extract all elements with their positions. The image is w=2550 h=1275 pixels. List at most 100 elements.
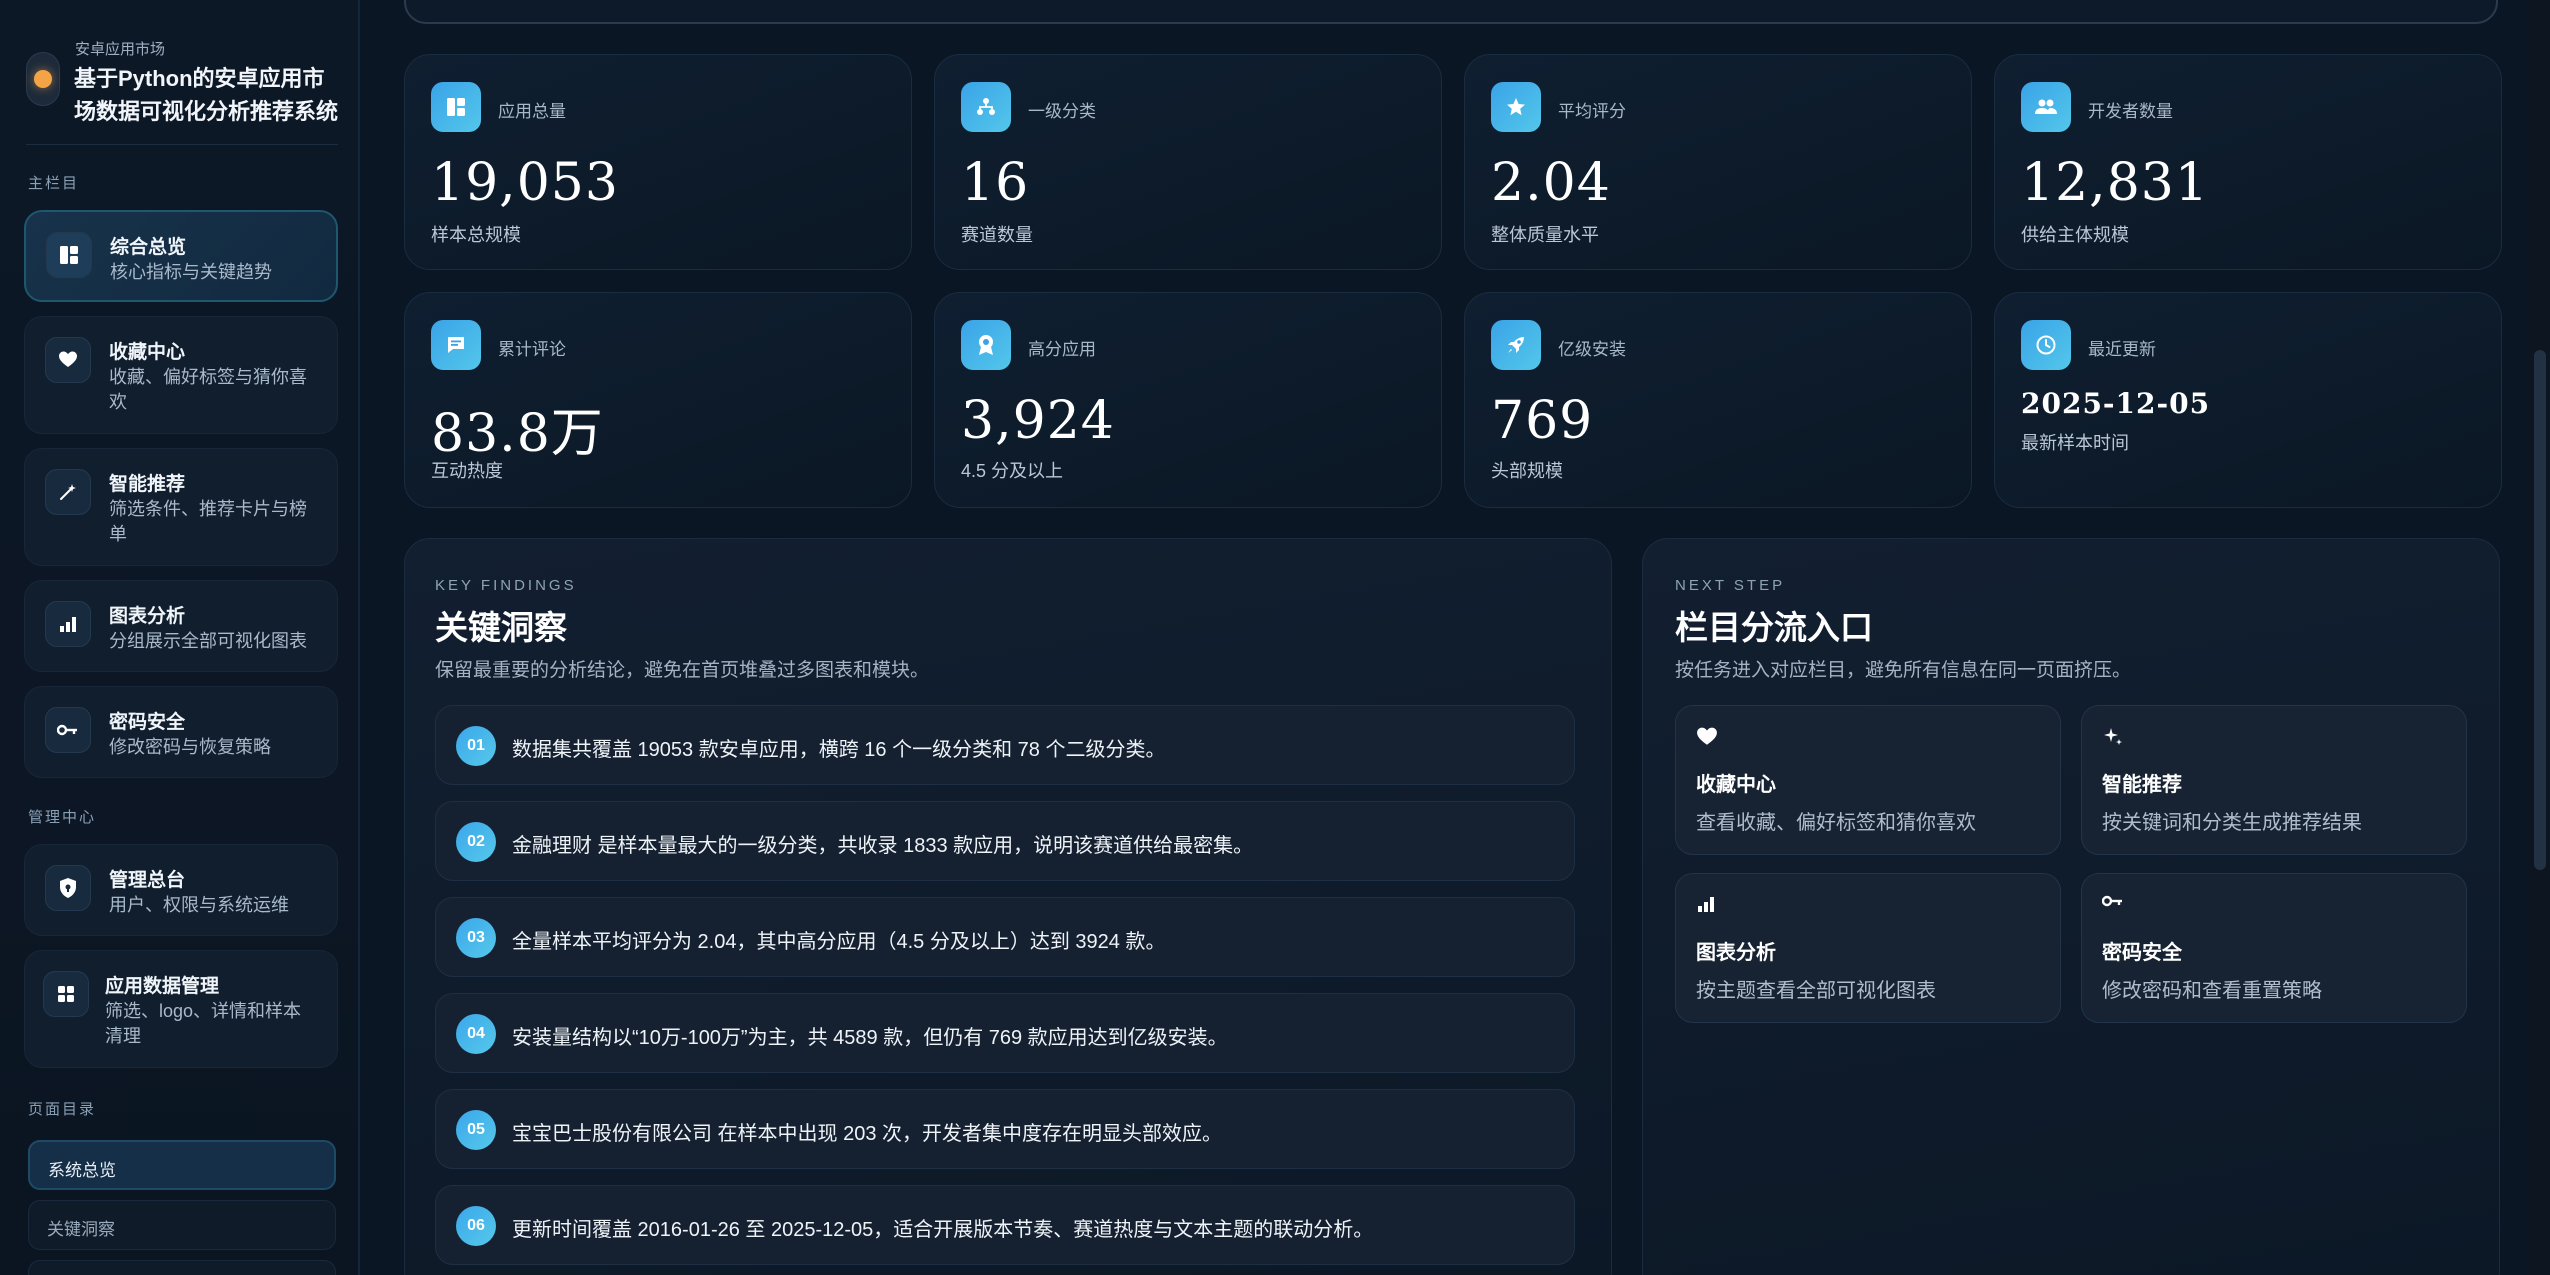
stat-caption: 最新样本时间 bbox=[2021, 433, 2129, 453]
finding-text: 安装量结构以“10万-100万”为主，共 4589 款，但仍有 769 款应用达… bbox=[512, 1027, 1228, 1049]
grid-icon bbox=[43, 971, 89, 1017]
finding-number: 02 bbox=[456, 822, 496, 862]
bar-chart-icon bbox=[45, 601, 91, 647]
route-card-recommend[interactable]: 智能推荐 按关键词和分类生成推荐结果 bbox=[2081, 705, 2467, 855]
route-card-password[interactable]: 密码安全 修改密码和查看重置策略 bbox=[2081, 873, 2467, 1023]
stat-label: 平均评分 bbox=[1558, 102, 1626, 121]
section-label-admin: 管理中心 bbox=[28, 809, 97, 826]
route-desc: 按关键词和分类生成推荐结果 bbox=[2102, 812, 2362, 834]
heart-icon bbox=[1696, 726, 1722, 752]
users-icon bbox=[2021, 82, 2071, 132]
route-title: 收藏中心 bbox=[1696, 774, 1776, 796]
route-card-charts[interactable]: 图表分析 按主题查看全部可视化图表 bbox=[1675, 873, 2061, 1023]
sidebar-item-desc: 收藏、偏好标签与猜你喜欢 bbox=[109, 367, 307, 412]
finding-text: 数据集共覆盖 19053 款安卓应用，横跨 16 个一级分类和 78 个二级分类… bbox=[512, 739, 1166, 761]
bar-chart-icon bbox=[1696, 894, 1722, 920]
sidebar-item-title: 综合总览 bbox=[110, 237, 187, 258]
stat-caption: 赛道数量 bbox=[961, 225, 1033, 245]
stat-label: 累计评论 bbox=[498, 340, 566, 359]
key-icon bbox=[45, 707, 91, 753]
sidebar-item-desc: 筛选条件、推荐卡片与榜单 bbox=[109, 499, 307, 544]
badge-icon bbox=[961, 320, 1011, 370]
finding-item: 02 金融理财 是样本量最大的一级分类，共收录 1833 款应用，说明该赛道供给… bbox=[435, 801, 1575, 881]
route-card-favorites[interactable]: 收藏中心 查看收藏、偏好标签和猜你喜欢 bbox=[1675, 705, 2061, 855]
magic-wand-icon bbox=[45, 469, 91, 515]
sidebar-item-title: 密码安全 bbox=[109, 712, 186, 733]
sidebar-item-admin[interactable]: 管理总台 用户、权限与系统运维 bbox=[24, 844, 338, 936]
sidebar-item-charts[interactable]: 图表分析 分组展示全部可视化图表 bbox=[24, 580, 338, 672]
sidebar-item-desc: 核心指标与关键趋势 bbox=[110, 262, 272, 282]
route-title: 智能推荐 bbox=[2102, 774, 2182, 796]
brand-subtitle: 安卓应用市场 bbox=[75, 41, 166, 58]
finding-text: 全量样本平均评分为 2.04，其中高分应用（4.5 分及以上）达到 3924 款… bbox=[512, 931, 1166, 953]
top-hero-panel bbox=[404, 0, 2498, 24]
section-label-toc: 页面目录 bbox=[28, 1101, 97, 1118]
stat-value: 83.8万 bbox=[431, 404, 604, 464]
stat-card-developers: 开发者数量 12,831 供给主体规模 bbox=[1994, 54, 2502, 270]
stat-value: 16 bbox=[961, 153, 1030, 213]
stat-card-updated: 最近更新 2025-12-05 最新样本时间 bbox=[1994, 292, 2502, 508]
sidebar-item-title: 图表分析 bbox=[109, 606, 186, 627]
brand-logo bbox=[26, 52, 60, 106]
next-step-desc: 按任务进入对应栏目，避免所有信息在同一页面挤压。 bbox=[1675, 660, 2132, 681]
next-step-eyebrow: NEXT STEP bbox=[1675, 577, 1786, 594]
sidebar-item-desc: 分组展示全部可视化图表 bbox=[109, 631, 307, 651]
sidebar-item-desc: 用户、权限与系统运维 bbox=[109, 895, 289, 915]
page-scrollbar[interactable] bbox=[2528, 0, 2550, 1275]
route-title: 密码安全 bbox=[2102, 942, 2182, 964]
finding-item: 06 更新时间覆盖 2016-01-26 至 2025-12-05，适合开展版本… bbox=[435, 1185, 1575, 1265]
brand-dot-icon bbox=[34, 70, 52, 88]
dashboard-icon bbox=[431, 82, 481, 132]
sidebar-item-favorites[interactable]: 收藏中心 收藏、偏好标签与猜你喜欢 bbox=[24, 316, 338, 434]
finding-number: 06 bbox=[456, 1206, 496, 1246]
finding-text: 更新时间覆盖 2016-01-26 至 2025-12-05，适合开展版本节奏、… bbox=[512, 1219, 1374, 1241]
stat-card-categories: 一级分类 16 赛道数量 bbox=[934, 54, 1442, 270]
stat-caption: 互动热度 bbox=[431, 461, 503, 481]
route-desc: 按主题查看全部可视化图表 bbox=[1696, 980, 1936, 1002]
sparkle-icon bbox=[2102, 726, 2128, 752]
finding-number: 04 bbox=[456, 1014, 496, 1054]
sidebar-item-desc: 筛选、logo、详情和样本清理 bbox=[105, 1001, 302, 1046]
brand: 安卓应用市场 基于Python的安卓应用市场数据可视化分析推荐系统 bbox=[26, 38, 344, 144]
findings-title: 关键洞察 bbox=[435, 609, 567, 646]
sidebar-item-title: 收藏中心 bbox=[109, 342, 186, 363]
stat-card-high-rated: 高分应用 3,924 4.5 分及以上 bbox=[934, 292, 1442, 508]
sidebar-item-desc: 修改密码与恢复策略 bbox=[109, 737, 271, 757]
sidebar-item-password[interactable]: 密码安全 修改密码与恢复策略 bbox=[24, 686, 338, 778]
toc-item-findings[interactable]: 关键洞察 bbox=[28, 1200, 336, 1250]
stat-caption: 4.5 分及以上 bbox=[961, 461, 1064, 481]
finding-number: 05 bbox=[456, 1110, 496, 1150]
dashboard-icon bbox=[46, 232, 92, 278]
stat-value: 2.04 bbox=[1491, 153, 1611, 213]
finding-item: 03 全量样本平均评分为 2.04，其中高分应用（4.5 分及以上）达到 392… bbox=[435, 897, 1575, 977]
findings-eyebrow: KEY FINDINGS bbox=[435, 577, 577, 594]
brand-title: 基于Python的安卓应用市场数据可视化分析推荐系统 bbox=[74, 66, 339, 124]
stat-caption: 头部规模 bbox=[1491, 461, 1563, 481]
section-label-main: 主栏目 bbox=[28, 175, 80, 192]
route-title: 图表分析 bbox=[1696, 942, 1776, 964]
route-desc: 修改密码和查看重置策略 bbox=[2102, 980, 2322, 1002]
toc-item-next[interactable] bbox=[28, 1260, 336, 1275]
sidebar-item-title: 应用数据管理 bbox=[105, 976, 220, 997]
stat-label: 亿级安装 bbox=[1558, 340, 1626, 359]
finding-number: 01 bbox=[456, 726, 496, 766]
scrollbar-thumb[interactable] bbox=[2534, 350, 2546, 870]
stat-card-comments: 累计评论 83.8万 互动热度 bbox=[404, 292, 912, 508]
sidebar-item-app-data[interactable]: 应用数据管理 筛选、logo、详情和样本清理 bbox=[24, 950, 338, 1068]
stat-value: 769 bbox=[1491, 391, 1594, 451]
next-step-title: 栏目分流入口 bbox=[1675, 609, 1873, 646]
brand-divider bbox=[26, 144, 338, 145]
stat-caption: 整体质量水平 bbox=[1491, 225, 1599, 245]
sidebar-item-overview[interactable]: 综合总览 核心指标与关键趋势 bbox=[24, 210, 338, 302]
finding-text: 宝宝巴士股份有限公司 在样本中出现 203 次，开发者集中度存在明显头部效应。 bbox=[512, 1123, 1223, 1145]
comment-icon bbox=[431, 320, 481, 370]
toc-item-overview[interactable]: 系统总览 bbox=[28, 1140, 336, 1190]
stat-card-apps: 应用总量 19,053 样本总规模 bbox=[404, 54, 912, 270]
sidebar-item-recommend[interactable]: 智能推荐 筛选条件、推荐卡片与榜单 bbox=[24, 448, 338, 566]
clock-icon bbox=[2021, 320, 2071, 370]
shield-icon bbox=[45, 865, 91, 911]
key-icon bbox=[2101, 894, 2128, 920]
finding-item: 01 数据集共覆盖 19053 款安卓应用，横跨 16 个一级分类和 78 个二… bbox=[435, 705, 1575, 785]
stat-caption: 供给主体规模 bbox=[2021, 225, 2129, 245]
sidebar: 安卓应用市场 基于Python的安卓应用市场数据可视化分析推荐系统 主栏目 综合… bbox=[0, 0, 360, 1275]
